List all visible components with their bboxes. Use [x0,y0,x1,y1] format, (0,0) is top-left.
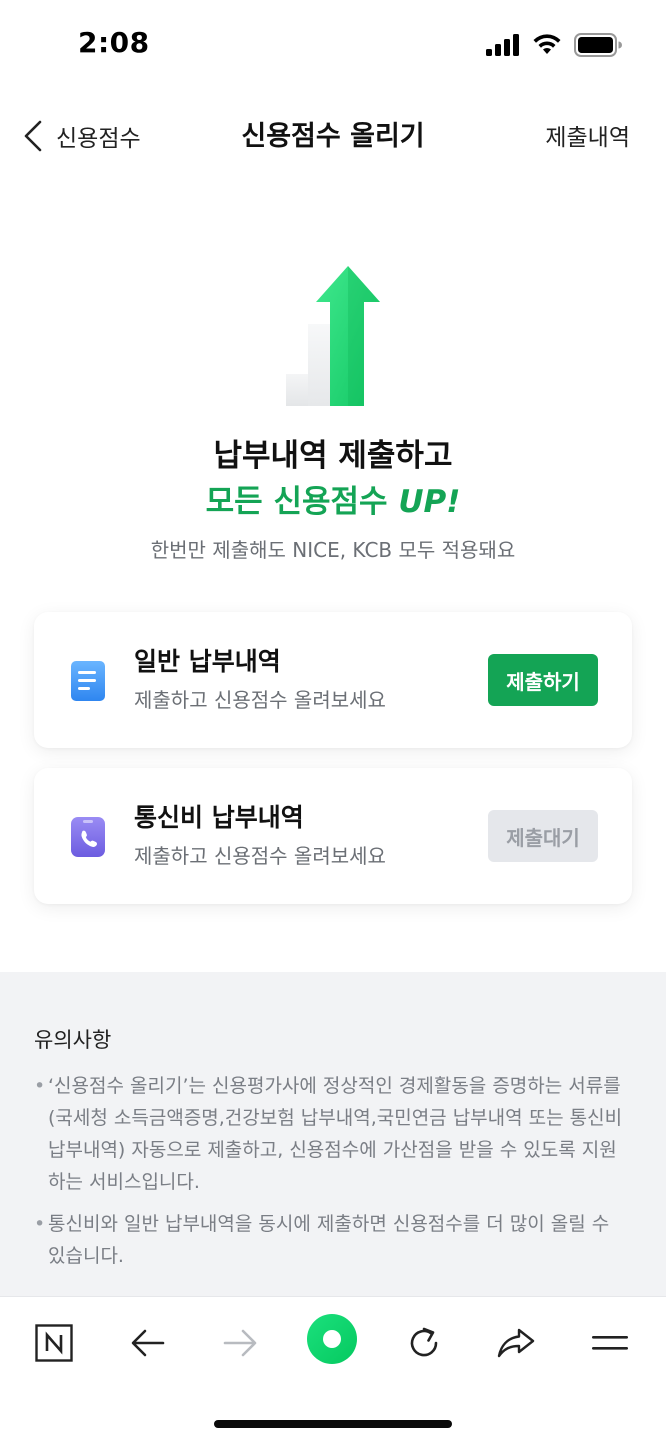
menu-button[interactable] [584,1317,636,1369]
back-arrow-icon [131,1329,165,1357]
browser-back-button[interactable] [122,1317,174,1369]
reload-button[interactable] [398,1317,450,1369]
card-description: 제출하고 신용점수 올려보세요 [134,844,386,868]
submission-history-link[interactable]: 제출내역 [545,118,630,152]
signal-icon [486,34,519,56]
naver-home-button[interactable] [28,1317,80,1369]
menu-icon [592,1336,628,1350]
submit-telecom-button[interactable]: 제출대기 [488,810,598,862]
nav-bar: 신용점수 신용점수 올리기 제출내역 [0,96,666,176]
document-icon [71,661,105,701]
share-icon [497,1328,535,1358]
green-dot-button[interactable] [302,1309,362,1369]
battery-icon [574,33,622,57]
submit-general-button[interactable]: 제출하기 [488,654,598,706]
notice-item: ‘신용점수 올리기’는 신용평가사에 정상적인 경제활동을 증명하는 서류를(국… [34,1070,630,1198]
reload-icon [410,1327,438,1357]
browser-forward-button[interactable] [214,1317,266,1369]
headline-accent-up: UP! [398,484,461,520]
home-indicator [214,1420,452,1428]
wifi-icon [533,34,561,54]
status-bar: 2:08 [0,0,666,88]
naver-n-icon [35,1324,73,1362]
headline: 납부내역 제출하고 [213,438,453,474]
forward-arrow-icon [223,1329,257,1357]
telecom-payment-card: 통신비 납부내역 제출하고 신용점수 올려보세요 제출대기 [34,768,632,904]
share-button[interactable] [490,1317,542,1369]
hero-subtext: 한번만 제출해도 NICE, KCB 모두 적용돼요 [150,538,516,562]
back-button[interactable]: 신용점수 [22,116,141,156]
card-description: 제출하고 신용점수 올려보세요 [134,688,386,712]
headline-accent-text: 모든 신용점수 [205,484,399,520]
notice-item: 통신비와 일반 납부내역을 동시에 제출하면 신용점수를 더 많이 올릴 수 있… [34,1208,630,1272]
chevron-left-icon [24,120,42,152]
page: 2:08 신용점수 신용점수 올리기 제출내역 납부내역 제출하고 모든 신용점… [0,0,666,1440]
green-circle-icon [307,1314,357,1364]
phone-icon [71,817,105,857]
card-title: 일반 납부내역 [134,647,281,676]
score-up-arrow-icon [286,266,380,406]
status-time: 2:08 [78,26,150,59]
headline-accent: 모든 신용점수 UP! [0,476,666,521]
card-title: 통신비 납부내역 [134,803,304,832]
browser-toolbar [0,1296,666,1440]
notice-section: 유의사항 ‘신용점수 올리기’는 신용평가사에 정상적인 경제활동을 증명하는 … [0,972,666,1300]
general-payment-card: 일반 납부내역 제출하고 신용점수 올려보세요 제출하기 [34,612,632,748]
notice-list: ‘신용점수 올리기’는 신용평가사에 정상적인 경제활동을 증명하는 서류를(국… [34,1070,630,1282]
back-label: 신용점수 [56,126,141,152]
notice-title: 유의사항 [34,1028,112,1052]
